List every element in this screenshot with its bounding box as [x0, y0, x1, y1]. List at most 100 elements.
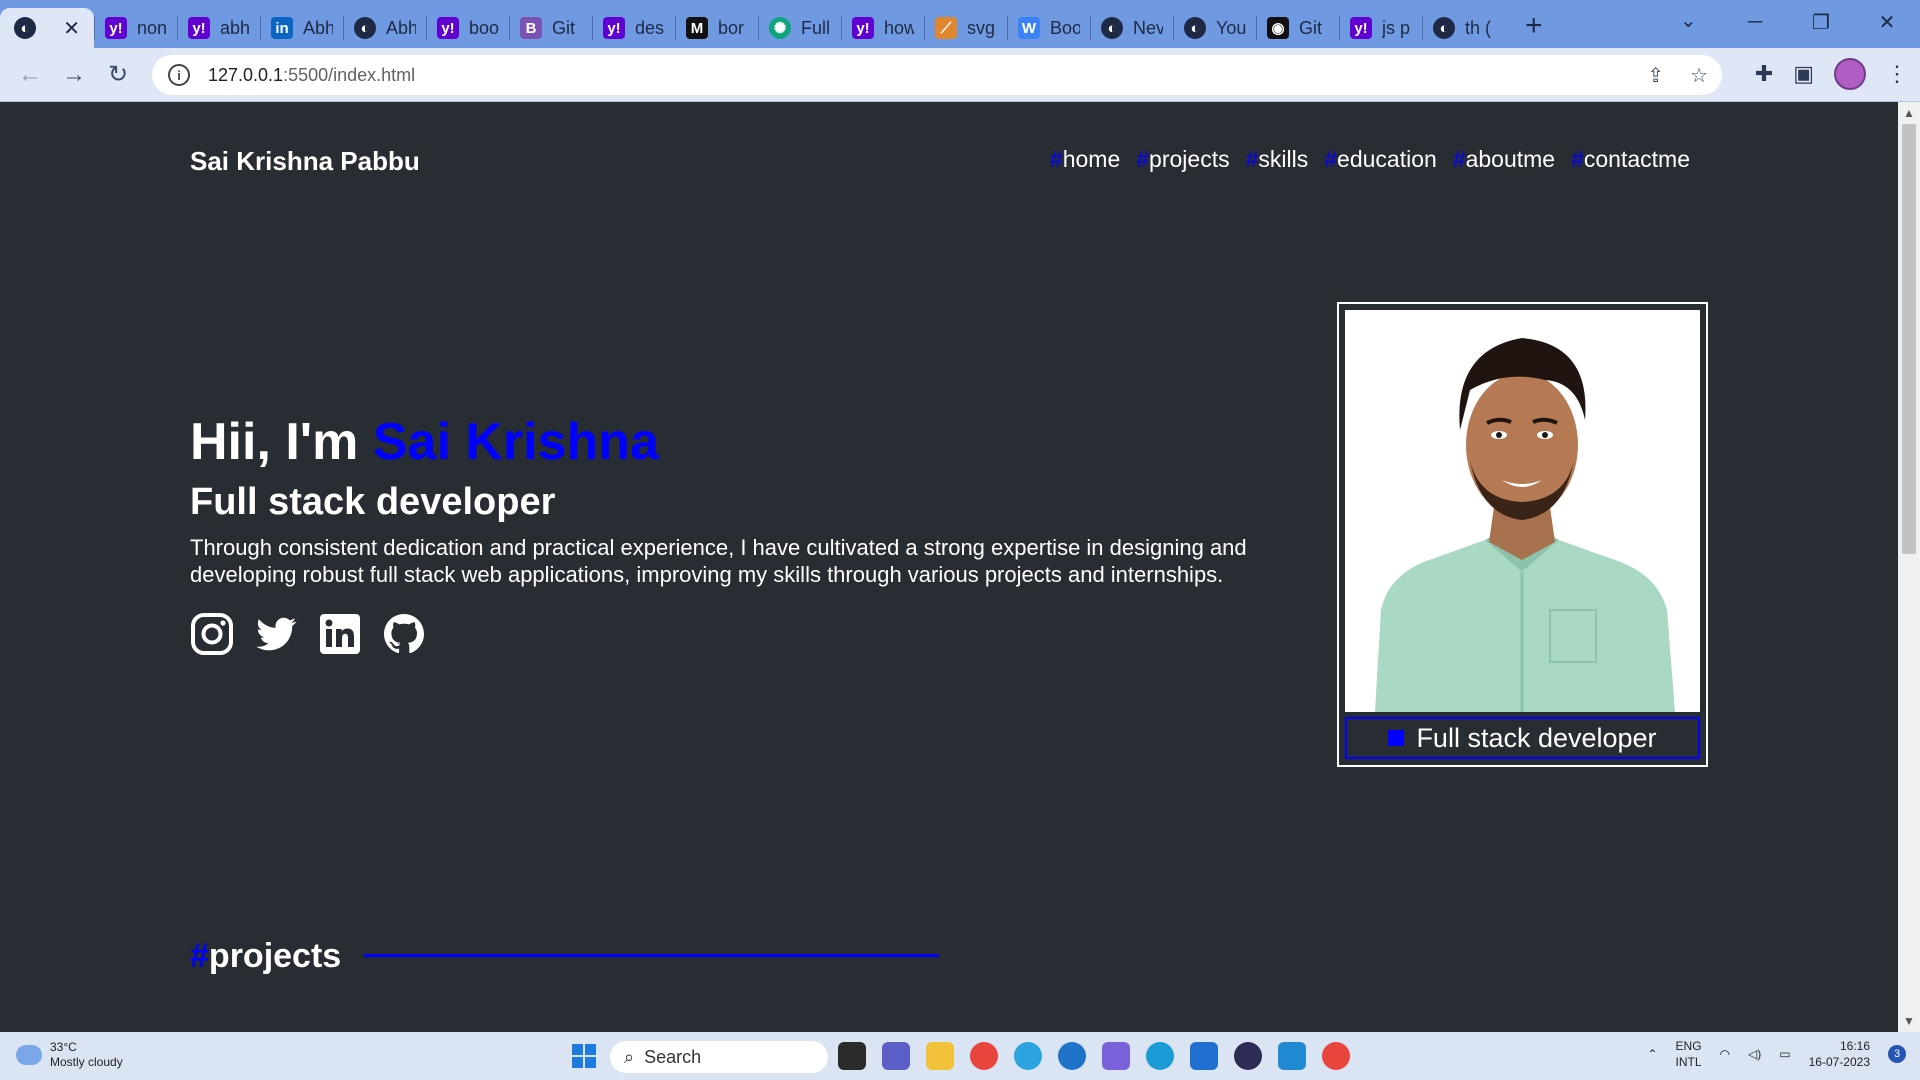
omnibox-actions: ⇪ ☆ — [1647, 63, 1708, 88]
app-icon[interactable] — [1058, 1042, 1086, 1070]
scroll-up-icon[interactable]: ▲ — [1903, 106, 1915, 120]
back-button[interactable]: ← — [8, 61, 52, 89]
bookmark-star-icon[interactable]: ☆ — [1690, 63, 1708, 88]
browser-tab-strip: ◐ ✕ y! non y! abh in Abh ◐ Abh y! boo B Git y! des Mbo… — [0, 0, 1920, 48]
telegram-icon[interactable] — [1014, 1042, 1042, 1070]
side-panel-icon[interactable]: ▣ — [1793, 61, 1814, 87]
globe-icon: ◐ — [1184, 17, 1206, 39]
profile-avatar[interactable] — [1834, 58, 1866, 90]
browser-tab[interactable]: y! js p — [1340, 8, 1422, 48]
yahoo-icon: y! — [852, 17, 874, 39]
volume-icon[interactable]: ◁) — [1748, 1047, 1761, 1061]
nav-link-education[interactable]: #education — [1324, 146, 1437, 173]
chrome-profile-icon[interactable] — [1322, 1042, 1350, 1070]
scroll-down-icon[interactable]: ▼ — [1903, 1014, 1915, 1028]
browser-tab[interactable]: ◐ Abh — [344, 8, 426, 48]
new-tab-button[interactable]: + — [1525, 9, 1543, 43]
browser-tab[interactable]: y! non — [95, 8, 177, 48]
copilot-icon[interactable] — [1102, 1042, 1130, 1070]
tab-title: Full — [801, 17, 831, 38]
scroll-thumb[interactable] — [1902, 124, 1916, 554]
task-view-icon[interactable] — [838, 1042, 866, 1070]
weather-widget[interactable]: 33°C Mostly cloudy — [16, 1040, 123, 1070]
browser-tab[interactable]: in Abh — [261, 8, 343, 48]
instagram-icon[interactable] — [190, 612, 234, 656]
globe-icon: ◐ — [14, 17, 36, 39]
tab-title: js p — [1382, 17, 1411, 38]
yahoo-icon: y! — [188, 17, 210, 39]
page-scrollbar[interactable]: ▲ ▼ — [1898, 102, 1920, 1032]
projects-section-title: #projects — [190, 937, 342, 975]
window-controls: ─ ❐ ✕ — [1722, 0, 1920, 44]
language-indicator[interactable]: ENG INTL — [1676, 1038, 1702, 1070]
page-viewport: Sai Krishna Pabbu #home #projects #skills #… — [0, 102, 1898, 1032]
hero-role: Full stack developer — [190, 481, 556, 523]
globe-icon: ◐ — [1433, 17, 1455, 39]
tab-title: svg — [967, 17, 996, 38]
browser-tab[interactable]: B Git — [510, 8, 592, 48]
battery-icon[interactable]: ▭ — [1779, 1047, 1790, 1061]
edge-icon[interactable] — [1146, 1042, 1174, 1070]
nav-link-skills[interactable]: #skills — [1246, 146, 1309, 173]
eclipse-icon[interactable] — [1234, 1042, 1262, 1070]
square-bullet-icon — [1388, 730, 1405, 746]
minimize-button[interactable]: ─ — [1722, 11, 1788, 34]
close-tab-icon[interactable]: ✕ — [63, 16, 80, 41]
teams-icon[interactable] — [882, 1042, 910, 1070]
browser-tab[interactable]: ✺ Full — [759, 8, 841, 48]
browser-tab[interactable]: ◐ You — [1174, 8, 1256, 48]
browser-tab[interactable]: ◐ Nev — [1091, 8, 1173, 48]
site-nav: #home #projects #skills #education #aboutme #… — [1050, 146, 1690, 173]
yahoo-icon: y! — [105, 17, 127, 39]
chevron-down-icon[interactable]: ⌄ — [1680, 8, 1697, 33]
browser-tab[interactable]: ◐ th ( — [1423, 8, 1505, 48]
menu-kebab-icon[interactable]: ⋮ — [1886, 61, 1908, 87]
svg-icon: ⟋ — [935, 17, 957, 39]
browser-tab[interactable]: y! how — [842, 8, 924, 48]
address-bar[interactable]: i 127.0.0.1:5500/index.html ⇪ ☆ — [152, 55, 1722, 95]
browser-tab[interactable]: W Boo — [1008, 8, 1090, 48]
twitter-icon[interactable] — [254, 612, 298, 656]
browser-tab[interactable]: ◉ Git — [1257, 8, 1339, 48]
notification-badge[interactable]: 3 — [1888, 1045, 1906, 1063]
nav-link-home[interactable]: #home — [1050, 146, 1120, 173]
share-icon[interactable]: ⇪ — [1647, 63, 1664, 88]
globe-icon: ◐ — [1101, 17, 1123, 39]
tab-active[interactable]: ◐ ✕ — [0, 8, 94, 48]
extensions-icon[interactable]: ✚ — [1755, 61, 1773, 87]
clock[interactable]: 16:16 16-07-2023 — [1809, 1038, 1870, 1070]
chrome-icon[interactable] — [970, 1042, 998, 1070]
cloud-icon — [16, 1045, 42, 1065]
site-brand[interactable]: Sai Krishna Pabbu — [190, 146, 420, 177]
browser-tab[interactable]: y! abh — [178, 8, 260, 48]
linkedin-icon: in — [271, 17, 293, 39]
address-toolbar: ← → ↻ i 127.0.0.1:5500/index.html ⇪ ☆ ✚ … — [0, 48, 1920, 102]
vscode-icon[interactable] — [1278, 1042, 1306, 1070]
github-icon[interactable] — [382, 612, 426, 656]
mail-icon[interactable] — [1190, 1042, 1218, 1070]
nav-link-contactme[interactable]: #contactme — [1571, 146, 1690, 173]
browser-tab[interactable]: y! boo — [427, 8, 509, 48]
toolbar-right: ✚ ▣ ⋮ — [1755, 58, 1908, 90]
chevron-up-icon[interactable]: ⌃ — [1647, 1047, 1657, 1061]
nav-link-projects[interactable]: #projects — [1136, 146, 1229, 173]
reload-button[interactable]: ↻ — [96, 60, 140, 89]
tab-title: Abh — [303, 17, 333, 38]
forward-button[interactable]: → — [52, 61, 96, 89]
windows-taskbar: 33°C Mostly cloudy ⌕ Search ⌃ ENG INTL ◠… — [0, 1032, 1920, 1080]
taskbar-search[interactable]: ⌕ Search — [610, 1041, 828, 1073]
hero-section: Hii, I'm Sai Krishna Full stack develope… — [190, 412, 1320, 656]
file-explorer-icon[interactable] — [926, 1042, 954, 1070]
wifi-icon[interactable]: ◠ — [1720, 1047, 1730, 1061]
nav-link-aboutme[interactable]: #aboutme — [1453, 146, 1555, 173]
restore-button[interactable]: ❐ — [1788, 10, 1854, 35]
browser-tab[interactable]: Mbor — [676, 8, 758, 48]
windows-start-icon[interactable] — [572, 1044, 596, 1068]
browser-tab[interactable]: y! des — [593, 8, 675, 48]
linkedin-icon[interactable] — [318, 612, 362, 656]
info-icon[interactable]: i — [168, 64, 190, 86]
globe-icon: ◐ — [354, 17, 376, 39]
browser-tab[interactable]: ⟋ svg — [925, 8, 1007, 48]
taskbar-apps — [838, 1042, 1350, 1070]
close-window-button[interactable]: ✕ — [1854, 10, 1920, 35]
